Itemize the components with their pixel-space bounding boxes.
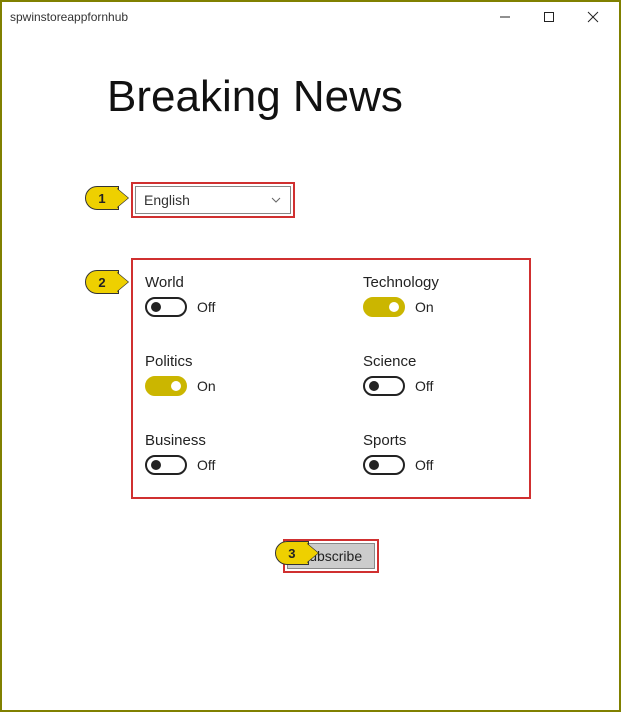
toggle-switch[interactable] bbox=[145, 455, 187, 475]
window-title: spwinstoreappfornhub bbox=[10, 10, 128, 24]
toggle-control: On bbox=[145, 376, 293, 396]
toggle-control: On bbox=[363, 297, 511, 317]
close-icon bbox=[587, 11, 599, 23]
toggle-control: Off bbox=[145, 455, 293, 475]
toggle-knob bbox=[151, 302, 161, 312]
toggle-knob bbox=[369, 381, 379, 391]
toggle-knob bbox=[389, 302, 399, 312]
maximize-icon bbox=[543, 11, 555, 23]
toggle-knob bbox=[171, 381, 181, 391]
toggle-state-text: On bbox=[197, 378, 216, 394]
toggle-label: Science bbox=[363, 353, 511, 370]
toggle-grid: World Off Technology On Politics On Science Off… bbox=[145, 274, 511, 475]
toggle-label: Business bbox=[145, 432, 293, 449]
language-selected: English bbox=[144, 192, 190, 208]
maximize-button[interactable] bbox=[527, 2, 571, 32]
toggle-item-science: Science Off bbox=[363, 353, 511, 396]
minimize-icon bbox=[499, 11, 511, 23]
toggle-switch[interactable] bbox=[145, 297, 187, 317]
subscribe-section: 3 Subscribe bbox=[131, 539, 531, 573]
toggle-state-text: Off bbox=[415, 457, 433, 473]
toggle-control: Off bbox=[145, 297, 293, 317]
titlebar: spwinstoreappfornhub bbox=[2, 2, 619, 32]
toggle-item-business: Business Off bbox=[145, 432, 293, 475]
categories-section: 2 WorldOffTechnologyOnPoliticsOnScienceO… bbox=[107, 258, 549, 499]
close-button[interactable] bbox=[571, 2, 615, 32]
callout-1: 1 bbox=[85, 186, 119, 210]
toggle-switch[interactable] bbox=[363, 376, 405, 396]
content-area: Breaking News 1 English 2 World Off Techno… bbox=[2, 32, 619, 573]
toggle-control: Off bbox=[363, 455, 511, 475]
toggle-control: Off bbox=[363, 376, 511, 396]
minimize-button[interactable] bbox=[483, 2, 527, 32]
toggle-switch[interactable] bbox=[363, 455, 405, 475]
toggle-label: World bbox=[145, 274, 293, 291]
callout-2: 2 bbox=[85, 270, 119, 294]
toggle-item-sports: Sports Off bbox=[363, 432, 511, 475]
toggle-state-text: Off bbox=[197, 299, 215, 315]
toggle-label: Sports bbox=[363, 432, 511, 449]
toggle-switch[interactable] bbox=[363, 297, 405, 317]
language-highlight-box: English bbox=[131, 182, 295, 218]
toggle-state-text: Off bbox=[197, 457, 215, 473]
toggle-label: Politics bbox=[145, 353, 293, 370]
toggle-state-text: Off bbox=[415, 378, 433, 394]
callout-3: 3 bbox=[275, 541, 309, 565]
toggle-item-politics: Politics On bbox=[145, 353, 293, 396]
toggle-item-world: World Off bbox=[145, 274, 293, 317]
toggle-knob bbox=[151, 460, 161, 470]
window-controls bbox=[483, 2, 615, 32]
toggle-switch[interactable] bbox=[145, 376, 187, 396]
app-window: spwinstoreappfornhub Breaking News 1 Eng… bbox=[0, 0, 621, 712]
toggle-item-technology: Technology On bbox=[363, 274, 511, 317]
toggle-state-text: On bbox=[415, 299, 434, 315]
toggle-label: Technology bbox=[363, 274, 511, 291]
page-title: Breaking News bbox=[107, 72, 549, 122]
toggle-knob bbox=[369, 460, 379, 470]
categories-highlight-box: World Off Technology On Politics On Science Off… bbox=[131, 258, 531, 499]
chevron-down-icon bbox=[270, 194, 282, 206]
language-dropdown[interactable]: English bbox=[135, 186, 291, 214]
language-section: 1 English bbox=[107, 182, 549, 218]
